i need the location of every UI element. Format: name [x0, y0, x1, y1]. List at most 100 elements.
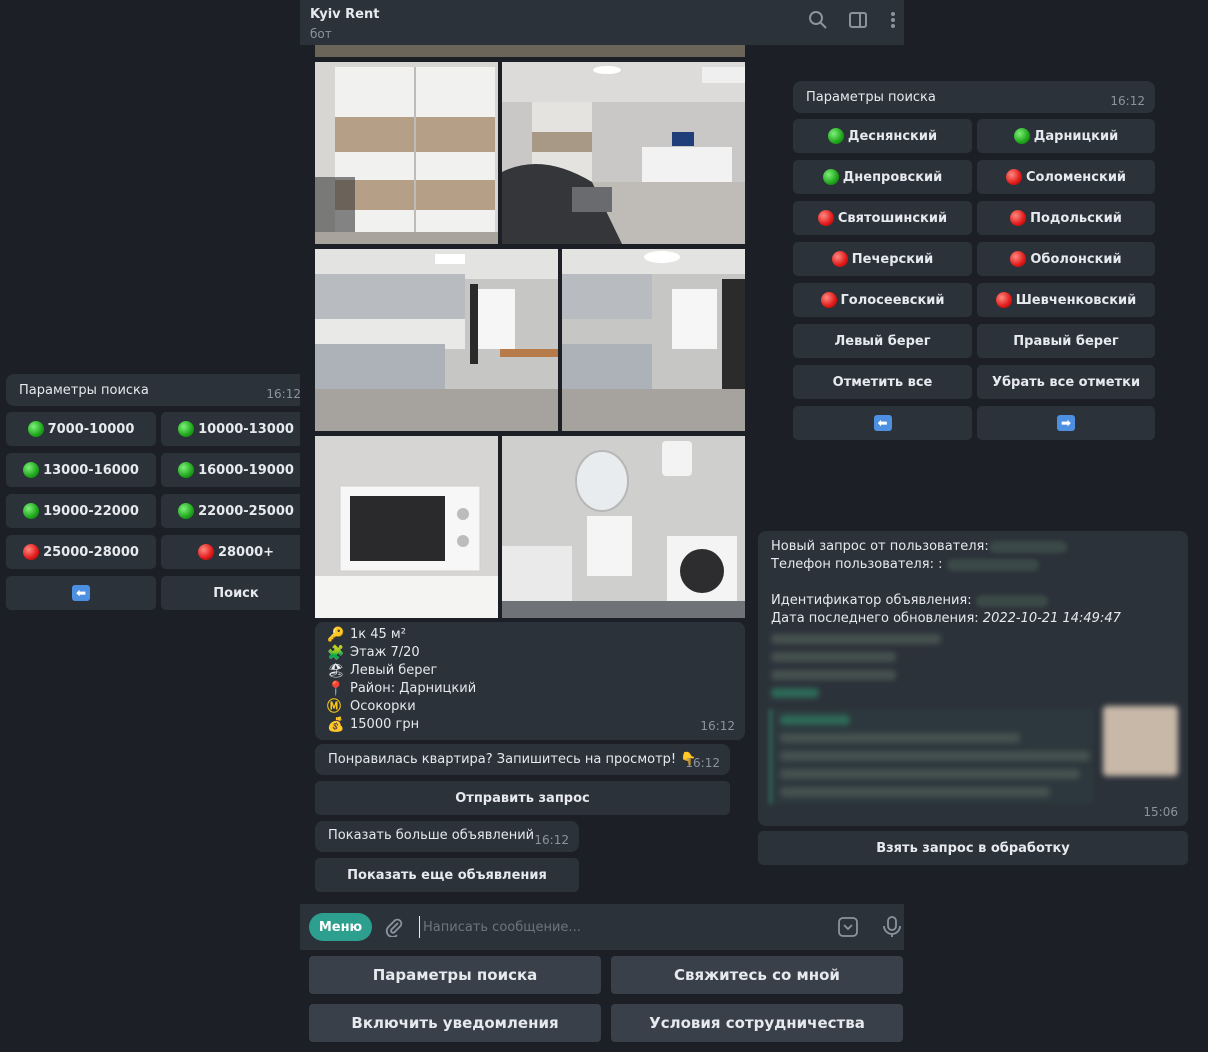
district-button-4[interactable]: Святошинский — [793, 201, 972, 235]
take-request-button[interactable]: Взять запрос в обработку — [758, 831, 1188, 865]
price-button-5[interactable]: 22000-25000 — [161, 494, 311, 528]
redacted-text — [771, 634, 941, 644]
puzzle-icon: 🧩 — [327, 645, 345, 661]
listing-line-bank: 🏖 Левый берег — [327, 662, 733, 680]
menu-button[interactable]: Меню — [309, 913, 372, 941]
district-label: Шевченковский — [1015, 292, 1137, 308]
green-dot-icon — [827, 128, 844, 144]
more-text: Показать больше объявлений — [328, 828, 535, 843]
green-dot-icon — [822, 169, 839, 185]
right-bank-label: Правый берег — [1013, 333, 1119, 349]
redacted-text — [780, 733, 1020, 743]
price-button-7[interactable]: 28000+ — [161, 535, 311, 569]
more-message: Показать больше объявлений 16:12 — [315, 821, 579, 852]
request-phone-line: Телефон пользователя: : — [771, 556, 1039, 574]
redacted-id — [975, 594, 1048, 607]
district-label: Голосеевский — [840, 292, 945, 308]
photo-kitchen-2[interactable] — [562, 249, 745, 431]
price-label: 7000-10000 — [47, 421, 135, 437]
red-dot-icon — [820, 292, 837, 308]
sidebar-toggle-icon[interactable] — [848, 10, 868, 30]
red-dot-icon — [817, 210, 834, 226]
request-date-label: Дата последнего обновления: — [771, 611, 979, 626]
district-panel-title: Параметры поиска — [806, 90, 936, 105]
district-button-5[interactable]: Подольский — [977, 201, 1155, 235]
listing-line-floor: 🧩 Этаж 7/20 — [327, 644, 733, 662]
enable-notifications-label: Включить уведомления — [351, 1014, 559, 1032]
price-button-4[interactable]: 19000-22000 — [6, 494, 156, 528]
district-button-3[interactable]: Соломенский — [977, 160, 1155, 194]
send-request-button[interactable]: Отправить запрос — [315, 781, 730, 815]
more-vertical-icon[interactable] — [883, 10, 903, 30]
right-bank-button[interactable]: Правый берег — [977, 324, 1155, 358]
price-button-2[interactable]: 13000-16000 — [6, 453, 156, 487]
redacted-text — [771, 652, 896, 662]
message-input[interactable] — [419, 916, 819, 938]
price-button-1[interactable]: 10000-13000 — [161, 412, 311, 446]
request-user-label: Новый запрос от пользователя: — [771, 539, 989, 554]
request-id-line: Идентификатор объявления: — [771, 592, 1048, 610]
enable-notifications-button[interactable]: Включить уведомления — [309, 1004, 601, 1042]
redacted-text — [780, 715, 850, 725]
district-button-8[interactable]: Голосеевский — [793, 283, 972, 317]
photo-bathroom[interactable] — [502, 436, 745, 618]
chat-title: Kyiv Rent — [310, 7, 380, 22]
search-button[interactable]: Поиск — [161, 576, 311, 610]
search-icon[interactable] — [808, 10, 828, 30]
district-button-0[interactable]: Деснянский — [793, 119, 972, 153]
attach-icon[interactable] — [384, 917, 404, 937]
left-bank-button[interactable]: Левый берег — [793, 324, 972, 358]
price-label: 25000-28000 — [43, 544, 139, 560]
left-arrow-icon: ⬅ — [873, 415, 892, 431]
key-icon: 🔑 — [327, 627, 345, 643]
microphone-icon[interactable] — [882, 916, 902, 938]
red-dot-icon — [995, 292, 1012, 308]
listing-line-price: 💰 15000 грн — [327, 716, 733, 734]
listing-line-district: 📍 Район: Дарницкий — [327, 680, 733, 698]
request-phone-label: Телефон пользователя: : — [771, 557, 943, 572]
money-bag-icon: 💰 — [327, 717, 345, 733]
clear-all-button[interactable]: Убрать все отметки — [977, 365, 1155, 399]
listing-metro: Осокорки — [350, 699, 416, 714]
district-button-2[interactable]: Днепровский — [793, 160, 972, 194]
photo-microwave[interactable] — [315, 436, 498, 618]
price-panel-title: Параметры поиска — [19, 383, 149, 398]
select-all-button[interactable]: Отметить все — [793, 365, 972, 399]
take-request-label: Взять запрос в обработку — [876, 840, 1070, 856]
district-panel-time: 16:12 — [1110, 94, 1145, 108]
district-label: Дарницкий — [1033, 128, 1119, 144]
photo-kitchen-1[interactable] — [315, 249, 558, 431]
listing-line-metro: Ⓜ Осокорки — [327, 698, 733, 716]
pin-icon: 📍 — [327, 681, 345, 697]
district-button-9[interactable]: Шевченковский — [977, 283, 1155, 317]
photo-living-room[interactable] — [502, 62, 745, 244]
reply-keyboard: Параметры поиска Свяжитесь со мной Включ… — [300, 950, 904, 1048]
district-button-6[interactable]: Печерский — [793, 242, 972, 276]
show-more-button[interactable]: Показать еще объявления — [315, 858, 579, 892]
photo-wardrobe[interactable] — [315, 62, 498, 244]
left-bank-label: Левый берег — [834, 333, 931, 349]
district-button-7[interactable]: Оболонский — [977, 242, 1155, 276]
search-params-button[interactable]: Параметры поиска — [309, 956, 601, 994]
district-back-button[interactable]: ⬅ — [793, 406, 972, 440]
price-button-6[interactable]: 25000-28000 — [6, 535, 156, 569]
request-date-value: 2022-10-21 14:49:47 — [982, 611, 1121, 626]
listing-floor: Этаж 7/20 — [350, 645, 420, 660]
district-button-1[interactable]: Дарницкий — [977, 119, 1155, 153]
back-button[interactable]: ⬅ — [6, 576, 156, 610]
price-button-0[interactable]: 7000-10000 — [6, 412, 156, 446]
red-dot-icon — [1010, 251, 1027, 267]
contact-me-button[interactable]: Свяжитесь со мной — [611, 956, 903, 994]
more-time: 16:12 — [534, 833, 569, 847]
select-all-label: Отметить все — [832, 374, 933, 390]
send-request-label: Отправить запрос — [455, 790, 590, 806]
cooperation-terms-button[interactable]: Условия сотрудничества — [611, 1004, 903, 1042]
bot-keyboard-icon[interactable] — [837, 916, 859, 938]
price-label: 13000-16000 — [43, 462, 139, 478]
cta-message: Понравилась квартира? Запишитесь на прос… — [315, 744, 730, 775]
district-panel-header: Параметры поиска 16:12 — [793, 81, 1155, 113]
metro-icon: Ⓜ — [327, 699, 341, 715]
district-label: Святошинский — [837, 210, 948, 226]
district-next-button[interactable]: ➡ — [977, 406, 1155, 440]
price-button-3[interactable]: 16000-19000 — [161, 453, 311, 487]
